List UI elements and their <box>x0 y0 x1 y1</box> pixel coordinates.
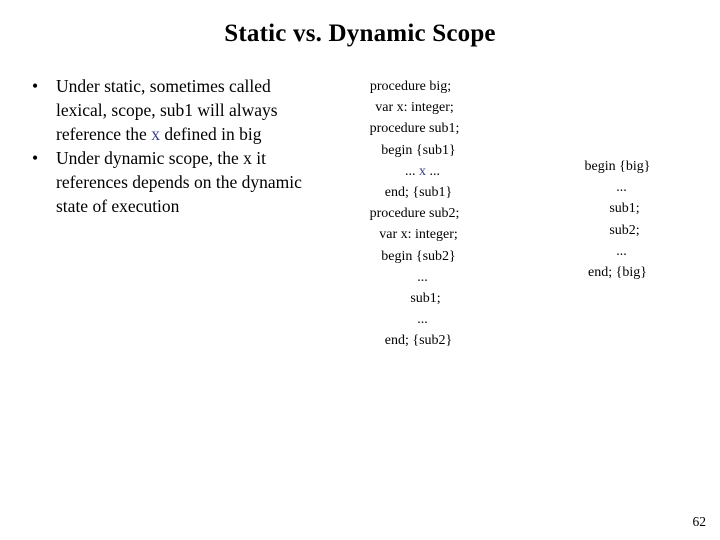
code-line: begin {sub2} <box>381 248 456 264</box>
code-line: procedure sub1; <box>369 121 460 137</box>
code-line: begin {sub1} <box>381 142 456 158</box>
code-line: end; {sub1} <box>384 185 453 201</box>
highlighted-variable-x: x <box>419 163 426 179</box>
list-item: • Under dynamic scope, the x it referenc… <box>24 146 309 218</box>
page-number: 62 <box>692 514 707 529</box>
code-line: ... <box>417 269 428 285</box>
highlighted-variable-x: x <box>151 124 160 144</box>
code-block-center: procedure big; var x: integer; procedure… <box>318 76 503 352</box>
bullet-list: • Under static, sometimes called lexical… <box>24 74 309 218</box>
code-line: end; {big} <box>588 265 647 281</box>
code-ellipsis-after: ... <box>426 163 441 179</box>
code-line: sub2; <box>609 222 640 238</box>
code-line: var x: integer; <box>375 100 454 116</box>
bullet-marker-icon: • <box>32 148 39 168</box>
code-line: procedure sub2; <box>369 206 460 222</box>
code-line: begin {big} <box>584 159 651 174</box>
list-item-text: Under static, sometimes called lexical, … <box>56 74 309 146</box>
list-item-text-after: defined in big <box>159 124 262 144</box>
code-line: sub1; <box>410 291 441 307</box>
code-line: ... <box>417 312 428 328</box>
code-line-highlighted: ... x ... <box>318 161 503 182</box>
code-line: ... <box>616 180 627 196</box>
list-item: • Under static, sometimes called lexical… <box>24 74 309 146</box>
code-line: sub1; <box>609 201 640 217</box>
code-line: var x: integer; <box>379 227 458 243</box>
code-block-right: begin {big} ... sub1; sub2; ... end; {bi… <box>530 156 705 283</box>
code-line: ... <box>616 243 627 259</box>
slide: Static vs. Dynamic Scope • Under static,… <box>0 0 720 540</box>
page-title: Static vs. Dynamic Scope <box>224 20 496 47</box>
code-line: procedure big; <box>369 79 452 94</box>
bullet-marker-icon: • <box>32 76 39 96</box>
code-line: end; {sub2} <box>384 333 453 349</box>
list-item-text: Under dynamic scope, the x it references… <box>56 148 302 216</box>
code-ellipsis-before: ... <box>405 163 419 179</box>
